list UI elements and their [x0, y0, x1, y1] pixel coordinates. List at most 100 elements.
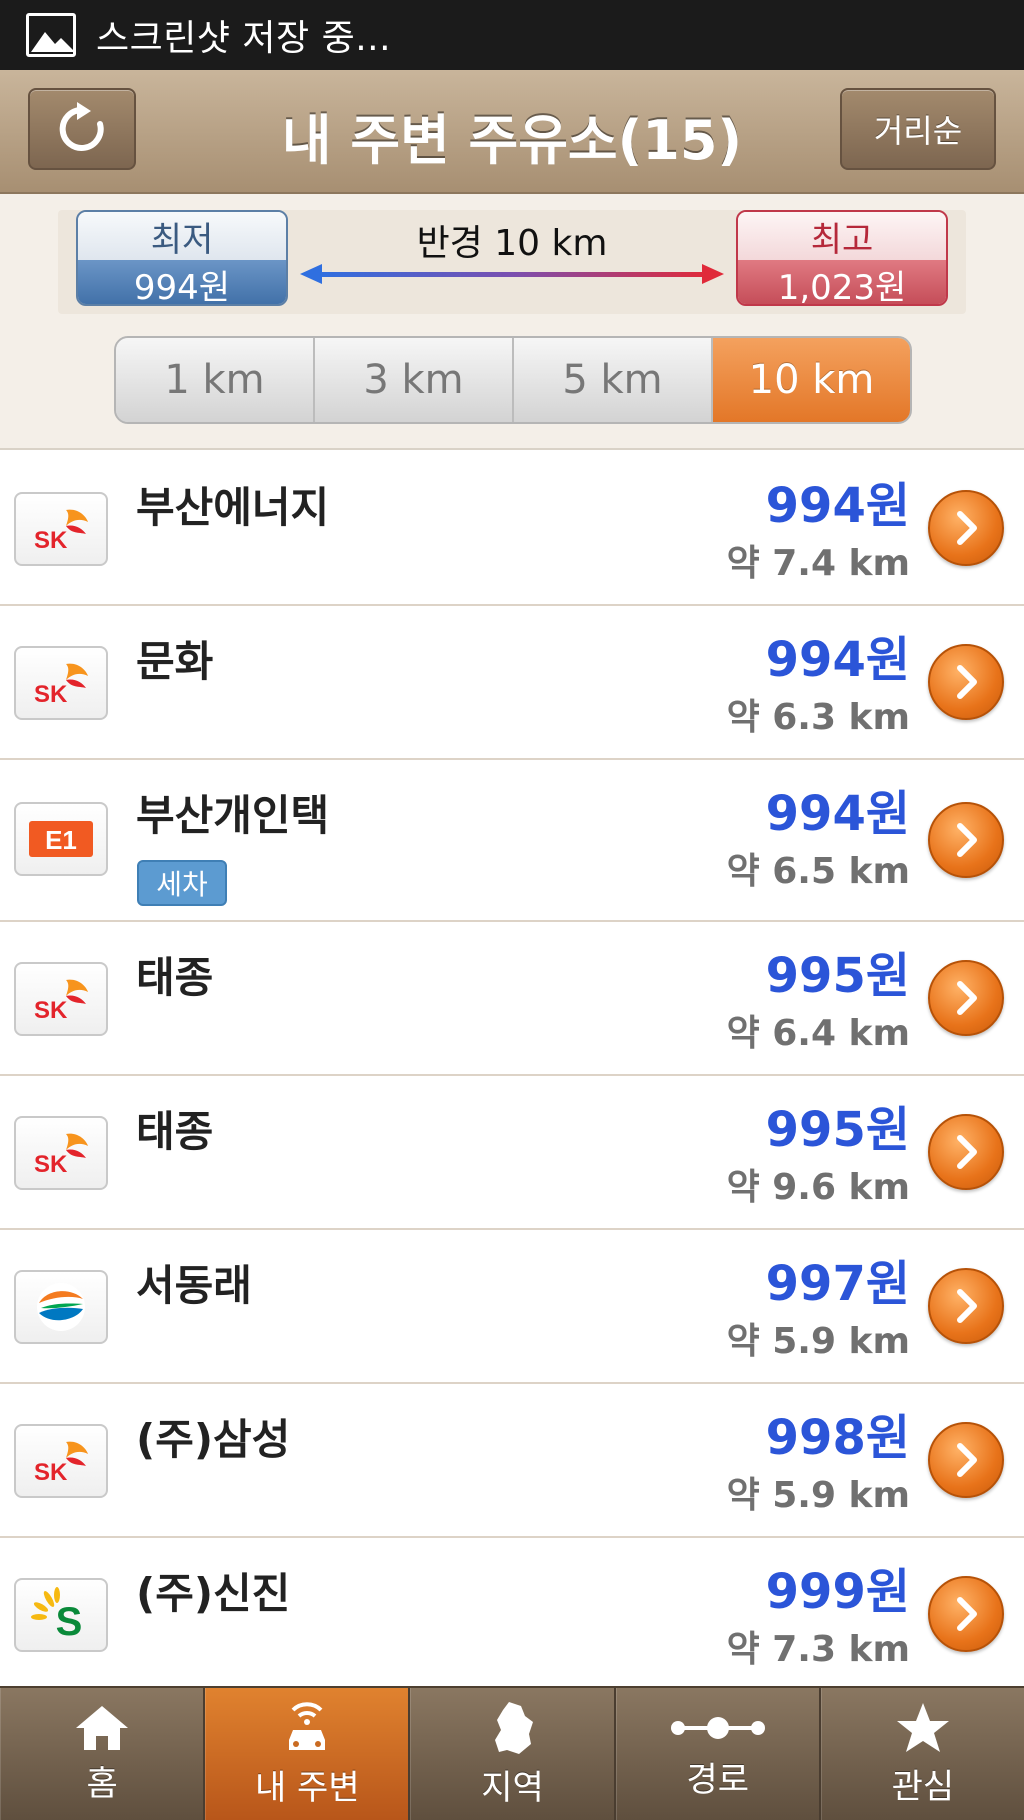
- detail-button[interactable]: [928, 1114, 1004, 1190]
- station-name: 서동래: [136, 1261, 252, 1310]
- station-list: SK 부산에너지 994원 약 7.4 km SK 문화 994원 약 6.3 …: [0, 452, 1024, 1686]
- station-price: 995원: [765, 948, 910, 1004]
- detail-button[interactable]: [928, 1268, 1004, 1344]
- svg-text:S: S: [56, 1600, 83, 1643]
- star-icon: [896, 1702, 949, 1752]
- station-distance: 약 7.4 km: [726, 543, 910, 584]
- chevron-right-icon: [957, 1135, 977, 1169]
- gs-brand-logo: [14, 1270, 108, 1344]
- svg-text:E1: E1: [45, 825, 77, 855]
- detail-button[interactable]: [928, 490, 1004, 566]
- station-price: 994원: [765, 478, 910, 534]
- route-icon: [670, 1716, 765, 1739]
- station-distance: 약 5.9 km: [726, 1475, 910, 1516]
- station-distance: 약 5.9 km: [726, 1321, 910, 1362]
- nav-label: 지역: [481, 1767, 544, 1808]
- svg-text:SK: SK: [34, 997, 68, 1024]
- station-distance: 약 6.3 km: [726, 697, 910, 738]
- distance-selector: 1 km 3 km 5 km 10 km: [114, 336, 912, 424]
- station-price: 998원: [765, 1410, 910, 1466]
- min-price-box: 최저 994원: [76, 210, 288, 306]
- price-range: 최저 994원 반경 10 km 최고 1,023원: [58, 210, 966, 314]
- chevron-right-icon: [957, 823, 977, 857]
- station-name: (주)삼성: [136, 1415, 291, 1464]
- sk-brand-logo: SK: [14, 492, 108, 566]
- station-price: 999원: [765, 1564, 910, 1620]
- station-distance: 약 6.4 km: [726, 1013, 910, 1054]
- station-distance: 약 7.3 km: [726, 1629, 910, 1670]
- station-price: 994원: [765, 786, 910, 842]
- distance-tab-1km[interactable]: 1 km: [116, 338, 315, 422]
- filter-panel: 최저 994원 반경 10 km 최고 1,023원 1 km 3 km 5 k…: [0, 194, 1024, 450]
- station-price: 995원: [765, 1102, 910, 1158]
- distance-tab-10km[interactable]: 10 km: [713, 338, 910, 422]
- distance-tab-3km[interactable]: 3 km: [315, 338, 514, 422]
- nearby-car-icon: [289, 1701, 326, 1750]
- nav-label: 홈: [86, 1763, 118, 1804]
- station-name: 문화: [136, 637, 214, 686]
- max-price-box: 최고 1,023원: [736, 210, 948, 306]
- status-bar: 스크린샷 저장 중...: [0, 0, 1024, 70]
- detail-button[interactable]: [928, 644, 1004, 720]
- nav-region[interactable]: 지역: [410, 1688, 616, 1820]
- distance-tab-5km[interactable]: 5 km: [514, 338, 713, 422]
- station-name: 부산에너지: [136, 483, 330, 532]
- max-price-value: 1,023원: [738, 260, 946, 304]
- nav-nearby[interactable]: 내 주변: [205, 1688, 411, 1820]
- detail-button[interactable]: [928, 1422, 1004, 1498]
- station-name: 태종: [136, 953, 214, 1002]
- station-name: (주)신진: [136, 1569, 291, 1618]
- chevron-right-icon: [957, 665, 977, 699]
- nav-label: 관심: [891, 1766, 955, 1807]
- nav-label: 내 주변: [254, 1767, 360, 1808]
- svg-text:SK: SK: [34, 1151, 68, 1178]
- sk-brand-logo: SK: [14, 1424, 108, 1498]
- min-price-value: 994원: [78, 260, 286, 304]
- station-row[interactable]: SK 태종 995원 약 6.4 km: [0, 922, 1024, 1076]
- range-arrow-icon: [300, 264, 724, 284]
- chevron-right-icon: [957, 981, 977, 1015]
- station-price: 994원: [765, 632, 910, 688]
- station-name: 부산개인택: [136, 791, 330, 840]
- station-row[interactable]: SK (주)삼성 998원 약 5.9 km: [0, 1384, 1024, 1538]
- svg-text:SK: SK: [34, 1459, 68, 1486]
- e1-brand-logo: E1: [14, 802, 108, 876]
- station-row[interactable]: SK 부산에너지 994원 약 7.4 km: [0, 452, 1024, 606]
- detail-button[interactable]: [928, 1576, 1004, 1652]
- station-row[interactable]: 서동래 997원 약 5.9 km: [0, 1230, 1024, 1384]
- svg-text:SK: SK: [34, 681, 68, 708]
- chevron-right-icon: [957, 511, 977, 545]
- bottom-nav: 홈 내 주변 지역 경로 관심: [0, 1686, 1024, 1820]
- radius-label: 반경 10 km: [416, 223, 608, 264]
- sk-brand-logo: SK: [14, 962, 108, 1036]
- nav-label: 경로: [686, 1759, 749, 1800]
- sk-brand-logo: SK: [14, 646, 108, 720]
- min-price-label: 최저: [78, 212, 286, 260]
- station-row[interactable]: E1 부산개인택 세차 994원 약 6.5 km: [0, 760, 1024, 922]
- svg-text:SK: SK: [34, 527, 68, 554]
- home-icon: [76, 1705, 129, 1750]
- region-map-icon: [494, 1701, 533, 1754]
- soil-brand-logo: S: [14, 1578, 108, 1652]
- station-name: 태종: [136, 1107, 214, 1156]
- nav-home[interactable]: 홈: [0, 1688, 206, 1820]
- header: 내 주변 주유소(15) 거리순: [0, 70, 1024, 194]
- status-text: 스크린샷 저장 중...: [96, 18, 392, 59]
- station-distance: 약 9.6 km: [726, 1167, 910, 1208]
- detail-button[interactable]: [928, 960, 1004, 1036]
- nav-favorites[interactable]: 관심: [820, 1688, 1024, 1820]
- chevron-right-icon: [957, 1289, 977, 1323]
- screenshot-icon: [26, 13, 76, 57]
- nav-route[interactable]: 경로: [615, 1688, 821, 1820]
- detail-button[interactable]: [928, 802, 1004, 878]
- chevron-right-icon: [957, 1597, 977, 1631]
- sort-button[interactable]: 거리순: [840, 88, 996, 170]
- sk-brand-logo: SK: [14, 1116, 108, 1190]
- station-row[interactable]: SK 태종 995원 약 9.6 km: [0, 1076, 1024, 1230]
- station-row[interactable]: SK 문화 994원 약 6.3 km: [0, 606, 1024, 760]
- station-price: 997원: [765, 1256, 910, 1312]
- max-price-label: 최고: [738, 212, 946, 260]
- chevron-right-icon: [957, 1443, 977, 1477]
- station-row[interactable]: S (주)신진 999원 약 7.3 km: [0, 1538, 1024, 1686]
- car-wash-badge: 세차: [137, 860, 227, 906]
